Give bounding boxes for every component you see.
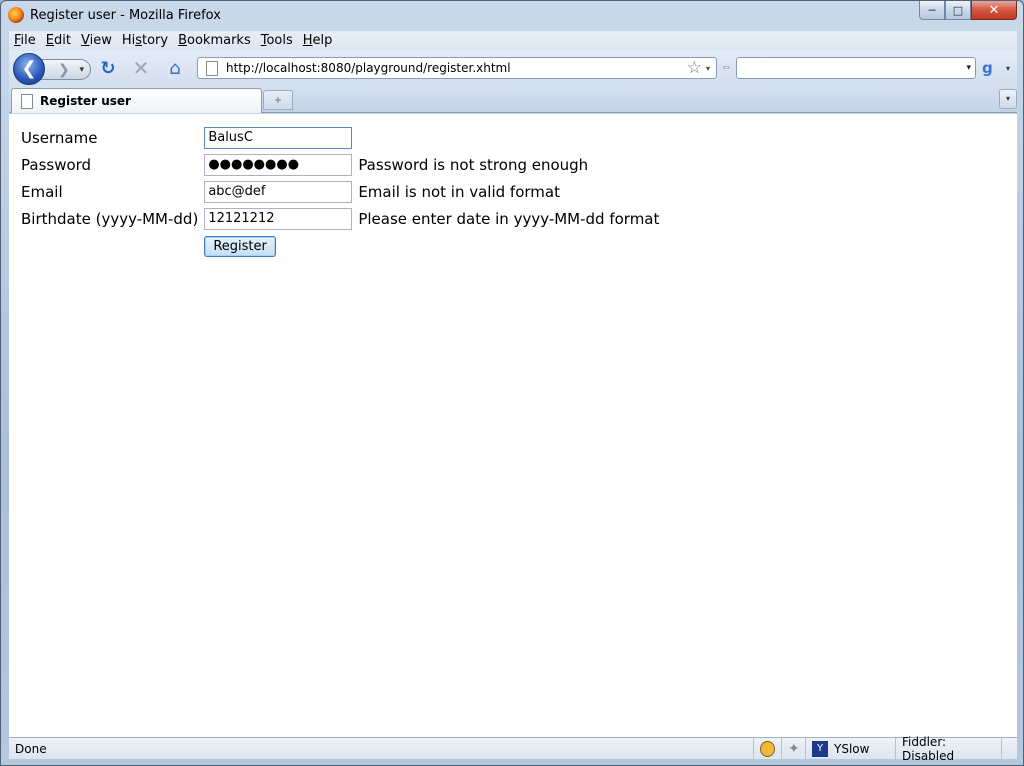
menu-bar: File Edit View History Bookmarks Tools Help <box>9 31 1017 51</box>
search-engine-icon[interactable]: g <box>982 59 1002 77</box>
status-text: Done <box>15 742 47 756</box>
form-row-username: Username <box>19 124 661 151</box>
menu-item[interactable]: File <box>9 31 41 51</box>
new-tab-button[interactable]: + <box>263 90 293 110</box>
url-history-dropdown-icon[interactable]: ▾ <box>706 64 710 73</box>
forward-button[interactable]: ❯ ▾ <box>39 59 91 80</box>
address-bar[interactable]: http://localhost:8080/playground/registe… <box>197 57 717 79</box>
password-error-message: Password is not strong enough <box>358 155 589 174</box>
fiddler-status: Fiddler: Disabled <box>902 735 955 763</box>
menu-item[interactable]: History <box>117 31 173 51</box>
username-message <box>354 124 661 151</box>
tab-bar: Register user + ▾ <box>9 85 1017 113</box>
birthdate-error-message: Please enter date in yyyy-MM-dd format <box>358 209 660 228</box>
menu-item[interactable]: Bookmarks <box>173 31 256 51</box>
maximize-button[interactable]: □ <box>945 1 971 20</box>
browser-window: Register user - Mozilla Firefox ─ □ ✕ Fi… <box>0 0 1024 766</box>
back-button[interactable]: ❮ <box>13 53 45 85</box>
close-button[interactable]: ✕ <box>971 1 1017 20</box>
greasemonkey-panel[interactable] <box>753 738 781 760</box>
menu-item[interactable]: View <box>76 31 117 51</box>
window-title: Register user - Mozilla Firefox <box>30 8 221 23</box>
status-bar: Done ✦ Y YSlow Fiddler: Disabled <box>9 735 1017 763</box>
google-logo-icon: g <box>982 59 993 77</box>
firefox-icon <box>8 7 24 23</box>
form-row-password: Password Password is not strong enough <box>19 151 661 178</box>
resize-grip-icon[interactable] <box>1001 738 1017 760</box>
navigation-toolbar: ❯ ▾ ❮ ↻ ✕ ⌂ http://localhost:8080/playgr… <box>9 51 1017 85</box>
stop-icon[interactable]: ✕ <box>131 56 151 80</box>
search-engine-dropdown-icon[interactable]: ▾ <box>1006 64 1010 73</box>
yslow-label: YSlow <box>834 742 870 756</box>
history-dropdown-icon[interactable]: ▾ <box>79 60 84 79</box>
page-icon <box>206 60 218 76</box>
email-label: Email <box>21 182 63 201</box>
register-button[interactable]: Register <box>204 235 276 257</box>
menu-item[interactable]: Edit <box>41 31 76 51</box>
reload-icon[interactable]: ↻ <box>98 58 118 79</box>
back-arrow-icon: ❮ <box>21 58 37 78</box>
page-icon <box>21 93 33 109</box>
menu-item[interactable]: Tools <box>256 31 298 51</box>
form-row-submit: Register <box>19 232 661 259</box>
greasemonkey-icon <box>760 741 775 757</box>
yslow-panel[interactable]: Y YSlow <box>805 738 895 760</box>
forward-icon: ❯ <box>58 61 70 77</box>
tab-label: Register user <box>40 94 131 108</box>
list-all-tabs-icon[interactable]: ▾ <box>999 89 1017 109</box>
form-row-email: Email Email is not in valid format <box>19 178 661 205</box>
minimize-button[interactable]: ─ <box>919 1 945 20</box>
toolbar-resizer-icon[interactable]: ⇔ <box>721 61 732 73</box>
form-row-birthdate: Birthdate (yyyy-MM-dd) Please enter date… <box>19 205 661 232</box>
birthdate-input[interactable] <box>204 207 353 230</box>
username-input[interactable] <box>204 126 353 149</box>
search-box[interactable]: ▾ <box>736 57 976 79</box>
page-content: Username Password Password is not strong… <box>9 114 1017 737</box>
birthdate-label: Birthdate (yyyy-MM-dd) <box>21 209 199 228</box>
empty-cell <box>19 232 202 259</box>
bookmark-star-icon[interactable]: ☆ <box>687 58 702 78</box>
username-label: Username <box>21 128 98 147</box>
window-controls: ─ □ ✕ <box>919 1 1017 21</box>
email-error-message: Email is not in valid format <box>358 182 560 201</box>
yslow-icon: Y <box>812 741 828 757</box>
fiddler-panel[interactable]: Fiddler: Disabled <box>895 735 1001 763</box>
search-dropdown-icon[interactable]: ▾ <box>966 62 971 73</box>
back-forward-group: ❯ ▾ ❮ <box>13 53 91 85</box>
register-form: Username Password Password is not strong… <box>19 124 661 259</box>
home-icon[interactable]: ⌂ <box>165 58 185 79</box>
title-bar[interactable]: Register user - Mozilla Firefox ─ □ ✕ <box>1 1 1023 29</box>
firebug-panel[interactable]: ✦ <box>781 738 805 760</box>
password-input[interactable] <box>204 153 353 176</box>
menu-item[interactable]: Help <box>298 31 338 51</box>
firebug-icon: ✦ <box>788 741 800 757</box>
tab-register-user[interactable]: Register user <box>11 88 262 113</box>
email-input[interactable] <box>204 180 353 203</box>
password-label: Password <box>21 155 92 174</box>
empty-cell <box>354 232 661 259</box>
url-text[interactable]: http://localhost:8080/playground/registe… <box>226 61 687 75</box>
